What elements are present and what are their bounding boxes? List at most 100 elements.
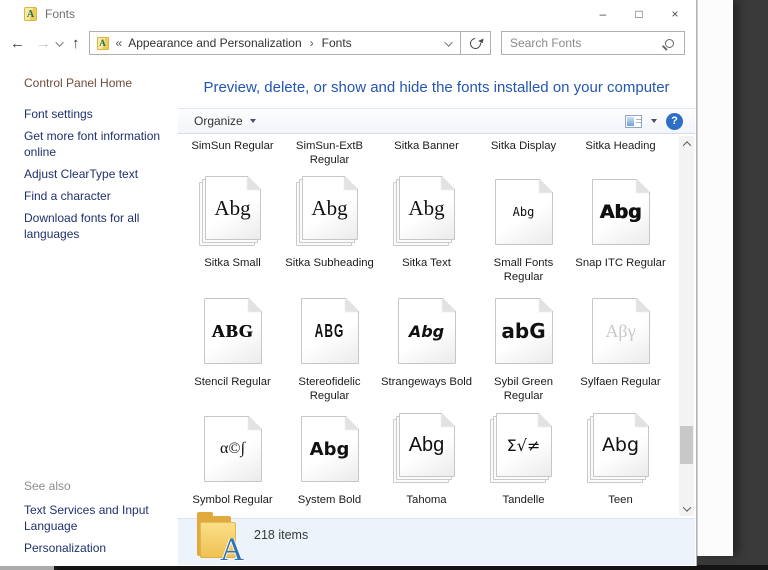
scroll-up-button[interactable] [679,136,694,151]
font-tile-label: Sitka Subheading [285,257,374,269]
font-tile[interactable]: Abg Sitka Text [378,176,475,284]
sidebar-item-text-services[interactable]: Text Services and Input Language [24,502,166,534]
sidebar-item-find-character[interactable]: Find a character [24,188,166,204]
font-family-stack-icon: Abg [295,176,365,250]
scrollbar-thumb[interactable] [680,426,693,464]
font-tile[interactable]: SimSun-ExtB Regular [281,139,378,167]
font-tile[interactable]: Abg Strangeways Bold [378,295,475,403]
sidebar-item-adjust-cleartype[interactable]: Adjust ClearType text [24,166,166,182]
titlebar: A Fonts – □ × [0,0,696,28]
font-tile-label: SimSun Regular [191,140,274,152]
font-tile[interactable]: Abg Sitka Small [184,176,281,284]
font-tile[interactable]: ABG Stereofidelic Regular [281,295,378,403]
font-tile-label: Teen [608,494,633,506]
search-box [501,31,685,55]
search-input[interactable] [502,36,665,50]
font-file-icon: Aβγ [586,295,656,369]
font-preview-glyphs: α©∫ [220,440,245,457]
chevron-down-icon [249,119,256,123]
font-tile[interactable]: Σ√≠ Tandelle [475,413,572,507]
help-button[interactable]: ? [666,112,683,130]
address-bar[interactable]: A « Appearance and Personalization › Fon… [88,31,462,55]
font-tile-label: Tahoma [406,494,447,506]
sidebar-item-personalization[interactable]: Personalization [24,540,166,556]
font-tile-label: System Bold [297,494,362,506]
font-tile[interactable]: Abg Tahoma [378,413,475,507]
font-page: abG [494,298,553,364]
font-tile[interactable]: Sitka Heading [572,139,669,167]
font-tile[interactable]: Abg Teen [572,413,669,507]
font-tile[interactable]: SimSun Regular [184,139,281,167]
font-page: Abg [204,176,261,240]
font-file-icon: ABG [295,295,365,369]
font-page: Abg [398,413,455,477]
font-preview-glyphs: Abg [601,434,640,456]
font-tile[interactable]: ABG Stencil Regular [184,295,281,403]
font-family-stack-icon: Abg [586,413,656,487]
breadcrumb-overflow-chevrons[interactable]: « [116,36,123,50]
font-file-icon: Abg [295,413,365,487]
font-tile-label: Sitka Heading [585,140,656,152]
sidebar-item-font-settings[interactable]: Font settings [24,106,166,122]
font-tile-label: Sylfaen Regular [580,376,661,388]
font-tile-label: Snap ITC Regular [575,257,666,269]
breadcrumb-separator: › [309,36,314,50]
breadcrumb-fonts[interactable]: Fonts [322,36,352,50]
organize-button[interactable]: Organize [194,114,256,128]
recent-pages-dropdown[interactable] [55,34,64,52]
refresh-icon [467,35,484,51]
close-button[interactable]: × [667,7,683,21]
font-tile[interactable]: Abg Sitka Subheading [281,176,378,284]
refresh-button[interactable] [461,31,491,55]
font-tile[interactable]: Sitka Banner [378,139,475,167]
font-tile[interactable]: Abg Small Fonts Regular [475,176,572,284]
font-tile-label: Sitka Display [490,140,557,152]
font-family-stack-icon: Abg [392,176,462,250]
font-tile[interactable]: Abg Snap ITC Regular [572,176,669,284]
sidebar-item-get-more-font-info[interactable]: Get more font information online [24,128,166,160]
fonts-folder-large-icon: A [196,512,244,567]
change-view-button[interactable] [625,114,642,128]
search-icon [665,38,674,48]
font-tile[interactable]: α©∫ Symbol Regular [184,413,281,507]
font-family-stack-icon: Abg [198,176,268,250]
maximize-button[interactable]: □ [631,7,647,21]
back-button[interactable]: ← [10,36,25,51]
forward-button[interactable]: → [36,36,51,51]
fonts-window: A Fonts – □ × ← → ↑ A « Appearance and P… [0,0,697,567]
vertical-scrollbar[interactable] [679,136,694,516]
view-options-dropdown[interactable] [651,119,657,123]
font-preview-glyphs: Abg [214,195,251,220]
background-window-strip [697,0,733,556]
font-file-icon: ABG [198,295,268,369]
chevron-down-icon [55,38,64,47]
font-file-icon: Abg [489,176,559,250]
font-tile[interactable]: Sitka Display [475,139,572,167]
font-file-icon: α©∫ [198,413,268,487]
scroll-down-button[interactable] [679,501,694,516]
font-preview-glyphs: Abg [309,438,350,460]
navigation-bar: ← → ↑ A « Appearance and Personalization… [0,28,696,58]
font-tile[interactable]: abG Sybil Green Regular [475,295,572,403]
font-page: α©∫ [203,416,262,482]
up-button[interactable]: ↑ [72,36,80,51]
font-page: Aβγ [591,298,650,364]
font-preview-glyphs: Abg [599,201,642,223]
minimize-button[interactable]: – [595,7,611,21]
font-tile[interactable]: Abg System Bold [281,413,378,507]
font-tile[interactable]: Aβγ Sylfaen Regular [572,295,669,403]
font-page: ABG [203,298,262,364]
font-tile-label: Strangeways Bold [380,376,473,388]
breadcrumb-appearance-personalization[interactable]: Appearance and Personalization [128,36,301,50]
font-page: Abg [397,298,456,364]
main-pane: Preview, delete, or show and hide the fo… [178,58,695,518]
sidebar-item-download-fonts[interactable]: Download fonts for all languages [24,210,166,242]
font-page: Abg [494,179,553,245]
font-tile-label: Sitka Banner [394,140,459,152]
sidebar-item-control-panel-home[interactable]: Control Panel Home [24,75,168,91]
chevron-up-icon [682,140,691,150]
font-file-icon: Abg [586,176,656,250]
font-tile-label: SimSun-ExtB Regular [295,140,364,166]
address-dropdown[interactable] [444,34,454,52]
font-page: Abg [592,413,649,477]
